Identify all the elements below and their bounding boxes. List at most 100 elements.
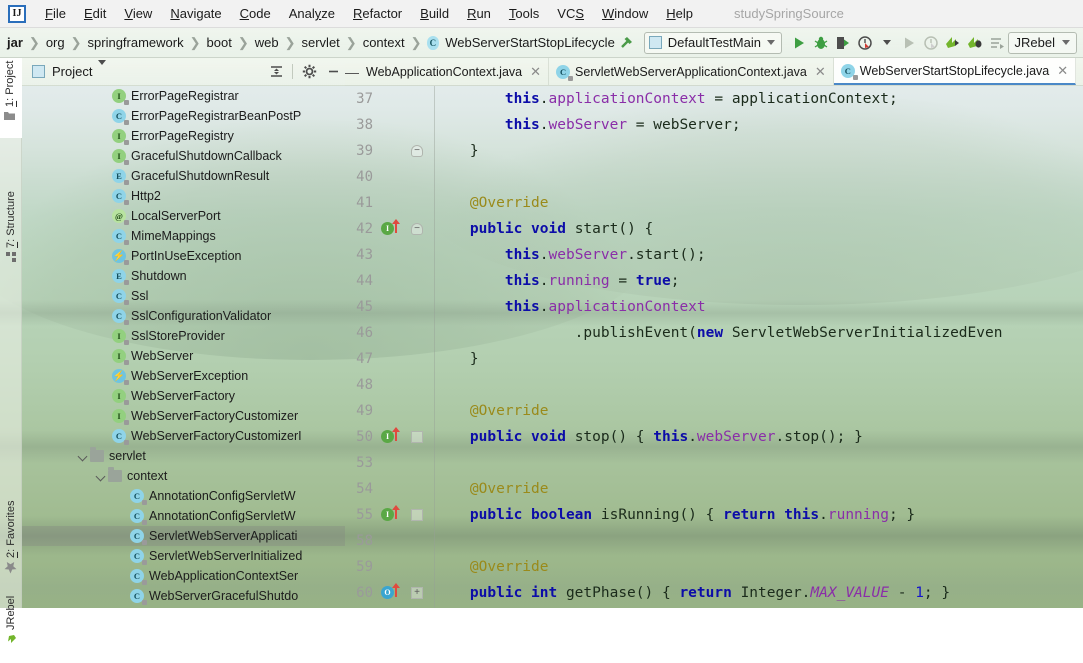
- code-fold-area[interactable]: [407, 346, 429, 372]
- menu-item-view[interactable]: View: [115, 3, 161, 24]
- menu-item-window[interactable]: Window: [593, 3, 657, 24]
- tree-row[interactable]: EGracefulShutdownResult: [22, 166, 345, 186]
- menu-item-file[interactable]: File: [36, 3, 75, 24]
- profiler-dropdown-icon[interactable]: [877, 32, 897, 54]
- code-line[interactable]: 49 @Override: [345, 398, 1083, 424]
- tree-row[interactable]: IErrorPageRegistry: [22, 126, 345, 146]
- gear-icon[interactable]: [298, 61, 320, 83]
- tab-scroll-icon[interactable]: —: [345, 58, 359, 85]
- gutter-marker-area[interactable]: [377, 554, 407, 580]
- chevron-down-icon[interactable]: [94, 469, 108, 483]
- editor-tab[interactable]: I: [1076, 58, 1083, 85]
- code-editor[interactable]: 37 this.applicationContext = application…: [345, 86, 1083, 608]
- tree-row[interactable]: CMimeMappings: [22, 226, 345, 246]
- jrebel-run-button[interactable]: [943, 32, 963, 54]
- menu-item-analyze[interactable]: Analyze: [280, 3, 344, 24]
- breadcrumb-item-jar[interactable]: jar: [6, 35, 24, 50]
- code-line[interactable]: 53: [345, 450, 1083, 476]
- code-fold-area[interactable]: [407, 242, 429, 268]
- code-fold-area[interactable]: [407, 86, 429, 112]
- code-fold-area[interactable]: [407, 372, 429, 398]
- gutter-marker-area[interactable]: I: [377, 502, 407, 528]
- code-fold-area[interactable]: −: [407, 138, 429, 164]
- tree-row[interactable]: CAnnotationConfigServletW: [22, 486, 345, 506]
- code-fold-area[interactable]: [407, 320, 429, 346]
- hide-panel-icon[interactable]: [322, 61, 344, 83]
- stripe-button-favorites[interactable]: 2: Favorites: [0, 498, 22, 598]
- tree-row[interactable]: IErrorPageRegistrar: [22, 86, 345, 106]
- code-line[interactable]: 50I public void stop() { this.webServer.…: [345, 424, 1083, 450]
- close-icon[interactable]: ✕: [1057, 63, 1068, 79]
- implements-arrow-icon[interactable]: [395, 506, 397, 519]
- gutter-marker-area[interactable]: I: [377, 216, 407, 242]
- code-line[interactable]: 60O+ public int getPhase() { return Inte…: [345, 580, 1083, 606]
- project-tree[interactable]: IErrorPageRegistrarCErrorPageRegistrarBe…: [22, 86, 345, 608]
- menu-item-vcs[interactable]: VCS: [548, 3, 593, 24]
- menu-item-edit[interactable]: Edit: [75, 3, 115, 24]
- gutter-marker-area[interactable]: I: [377, 424, 407, 450]
- tree-row[interactable]: context: [22, 466, 345, 486]
- tree-row[interactable]: CWebServerGracefulShutdo: [22, 586, 345, 606]
- gutter-marker-area[interactable]: [377, 398, 407, 424]
- implements-arrow-icon[interactable]: [395, 428, 397, 441]
- stripe-button-structure[interactable]: 7: Structure: [0, 188, 22, 276]
- code-fold-area[interactable]: [407, 112, 429, 138]
- tree-row[interactable]: CServletWebServerApplicati: [22, 526, 345, 546]
- code-line[interactable]: 55I public boolean isRunning() { return …: [345, 502, 1083, 528]
- code-fold-area[interactable]: [407, 502, 429, 528]
- gutter-marker-area[interactable]: [377, 164, 407, 190]
- fold-toggle-icon[interactable]: −: [411, 145, 423, 157]
- menu-item-navigate[interactable]: Navigate: [161, 3, 230, 24]
- gutter-marker-area[interactable]: [377, 242, 407, 268]
- menu-item-code[interactable]: Code: [231, 3, 280, 24]
- code-fold-area[interactable]: [407, 268, 429, 294]
- code-fold-area[interactable]: −: [407, 216, 429, 242]
- tree-row[interactable]: CServletWebServerInitialized: [22, 546, 345, 566]
- code-fold-area[interactable]: [407, 398, 429, 424]
- fold-toggle-icon[interactable]: +: [411, 587, 423, 599]
- tree-row[interactable]: CErrorPageRegistrarBeanPostP: [22, 106, 345, 126]
- code-line[interactable]: 54 @Override: [345, 476, 1083, 502]
- breadcrumb-item-org[interactable]: org: [45, 35, 66, 50]
- code-fold-area[interactable]: [407, 294, 429, 320]
- build-hammer-icon[interactable]: [617, 32, 637, 54]
- breadcrumb-item-servlet[interactable]: servlet: [301, 35, 341, 50]
- tree-row[interactable]: CHttp2: [22, 186, 345, 206]
- gutter-marker-area[interactable]: [377, 294, 407, 320]
- breadcrumb[interactable]: jar❯org❯springframework❯boot❯web❯servlet…: [4, 35, 406, 51]
- code-line[interactable]: 47 }: [345, 346, 1083, 372]
- close-icon[interactable]: ✕: [530, 64, 541, 80]
- code-fold-area[interactable]: [407, 554, 429, 580]
- fold-toggle-icon[interactable]: [411, 431, 423, 443]
- code-fold-area[interactable]: [407, 476, 429, 502]
- breadcrumb-item-context[interactable]: context: [362, 35, 406, 50]
- profiler-button[interactable]: [855, 32, 875, 54]
- debug-button[interactable]: [811, 32, 831, 54]
- implements-arrow-icon[interactable]: [395, 220, 397, 233]
- fold-toggle-icon[interactable]: −: [411, 223, 423, 235]
- gutter-marker-area[interactable]: [377, 112, 407, 138]
- menu-item-build[interactable]: Build: [411, 3, 458, 24]
- tree-row[interactable]: @LocalServerPort: [22, 206, 345, 226]
- tree-row[interactable]: CSsl: [22, 286, 345, 306]
- code-line[interactable]: 39− }: [345, 138, 1083, 164]
- code-line[interactable]: 37 this.applicationContext = application…: [345, 86, 1083, 112]
- tree-row[interactable]: IWebServerFactoryCustomizer: [22, 406, 345, 426]
- gutter-marker-area[interactable]: [377, 346, 407, 372]
- breadcrumb-item-web[interactable]: web: [254, 35, 280, 50]
- editor-tab[interactable]: CWebServerStartStopLifecycle.java✕: [834, 58, 1076, 85]
- editor-tab[interactable]: CServletWebServerApplicationContext.java…: [549, 58, 834, 85]
- code-fold-area[interactable]: [407, 164, 429, 190]
- gutter-marker-area[interactable]: [377, 320, 407, 346]
- run-configuration-selector[interactable]: DefaultTestMain: [644, 32, 782, 54]
- code-line[interactable]: 48: [345, 372, 1083, 398]
- gutter-marker-area[interactable]: [377, 268, 407, 294]
- collapse-all-icon[interactable]: [265, 61, 287, 83]
- run-coverage-button[interactable]: [833, 32, 853, 54]
- gutter-marker-area[interactable]: [377, 86, 407, 112]
- code-line[interactable]: 41 @Override: [345, 190, 1083, 216]
- editor-tab[interactable]: WebApplicationContext.java✕: [359, 58, 549, 85]
- breadcrumb-item-boot[interactable]: boot: [206, 35, 233, 50]
- jrebel-selector[interactable]: JRebel: [1008, 32, 1077, 54]
- menu-item-refactor[interactable]: Refactor: [344, 3, 411, 24]
